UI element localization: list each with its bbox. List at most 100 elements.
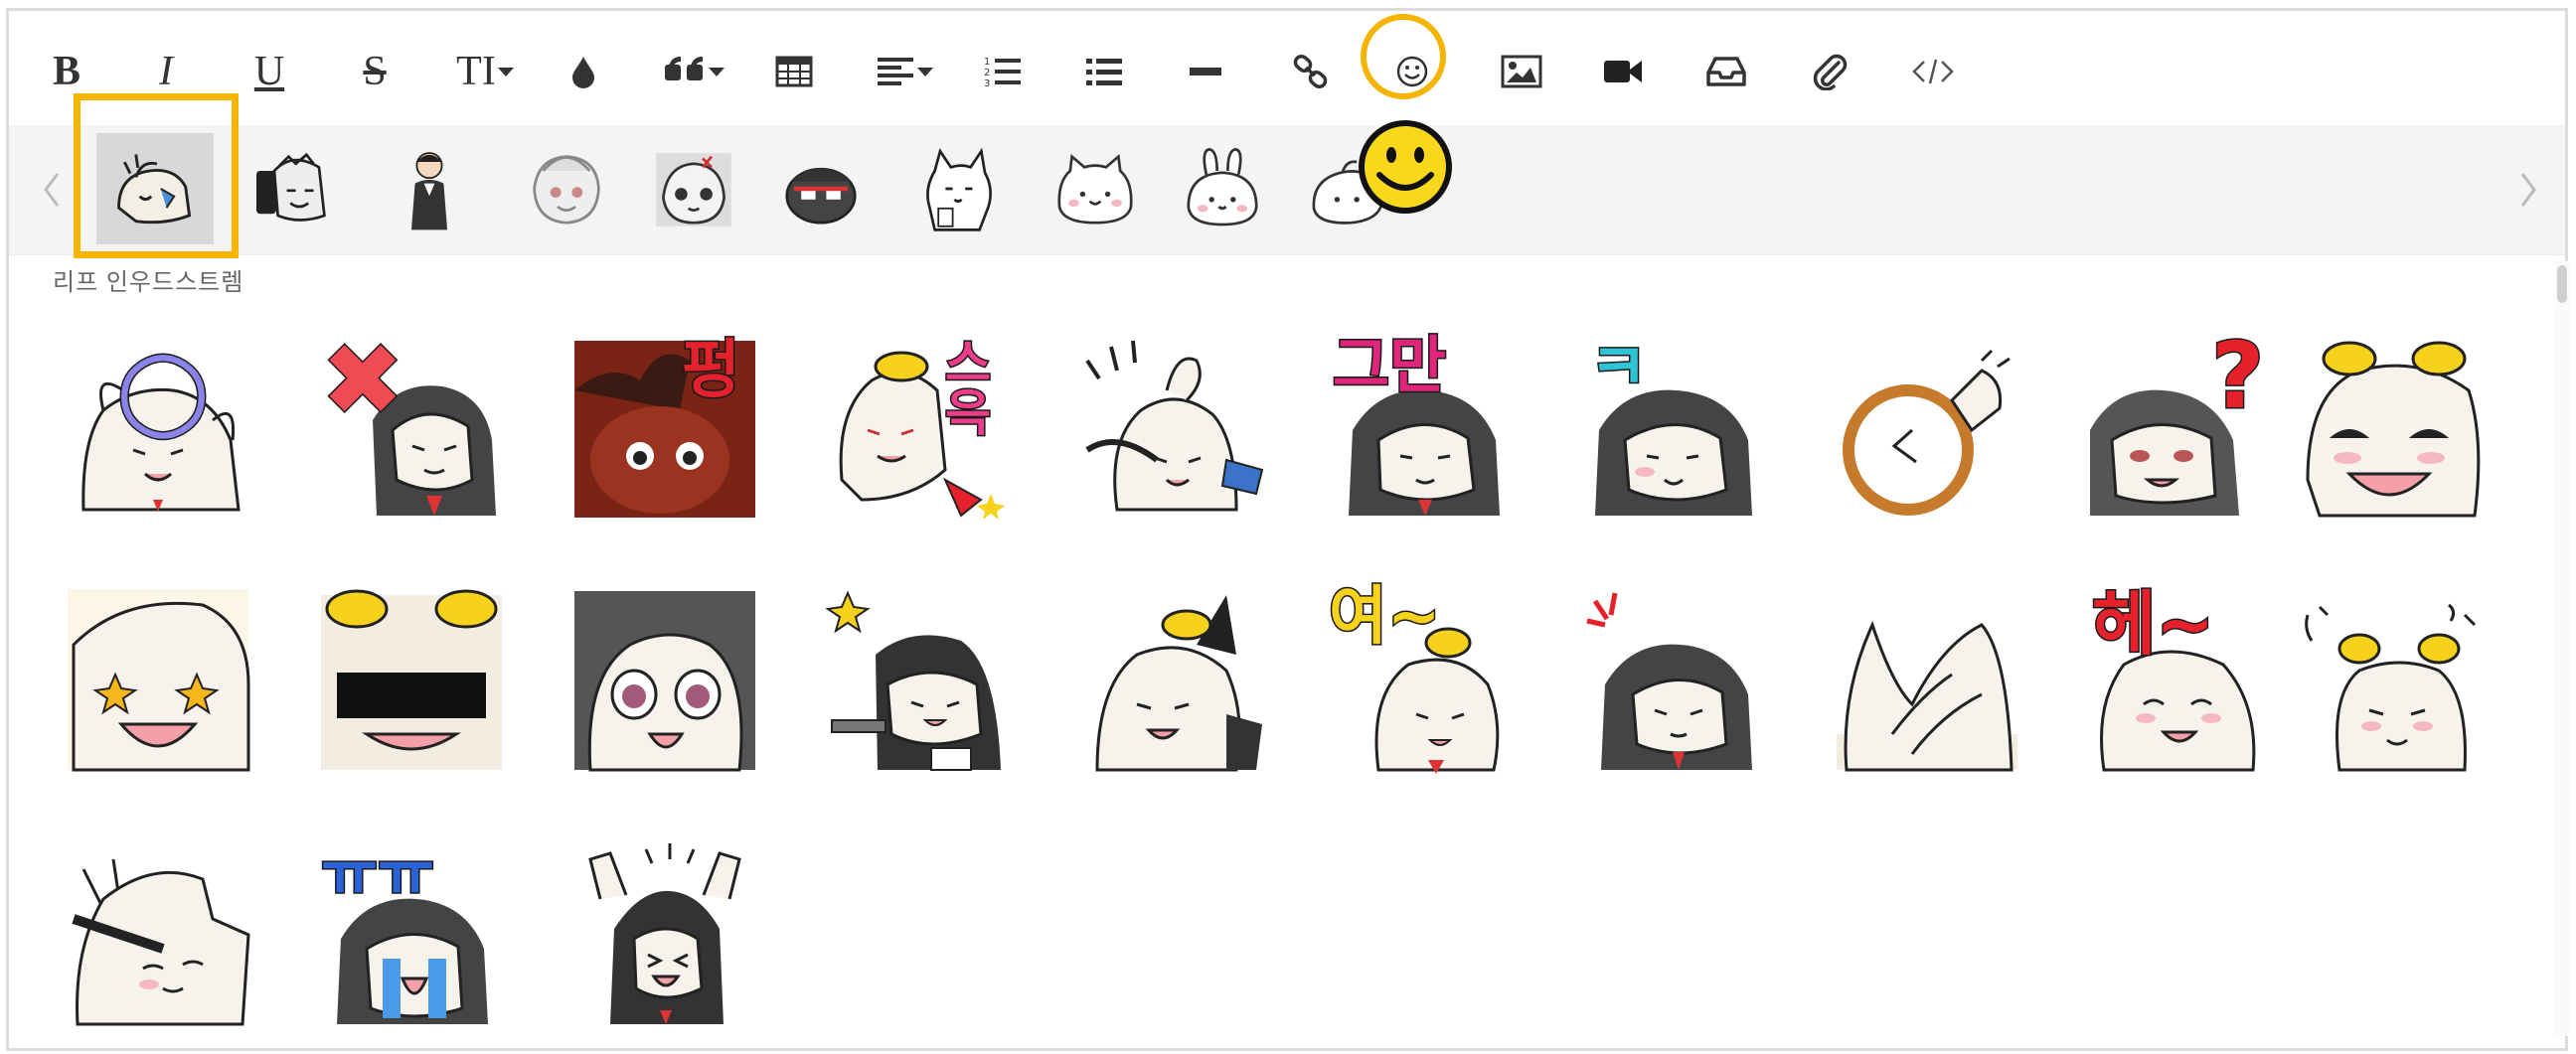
video-camera-icon bbox=[1604, 61, 1642, 82]
svg-text:2: 2 bbox=[984, 68, 990, 78]
sticker-scroll-thumb[interactable] bbox=[2557, 265, 2567, 303]
align-button[interactable] bbox=[856, 41, 955, 102]
sticker-image bbox=[1085, 340, 1264, 512]
emoticon-tab-6[interactable] bbox=[762, 133, 880, 244]
paperclip-icon bbox=[1813, 54, 1848, 90]
quote-button[interactable] bbox=[645, 41, 744, 102]
chevron-left-icon bbox=[44, 173, 60, 207]
sticker-image bbox=[2306, 341, 2481, 518]
ordered-list-button[interactable]: 1 2 3 bbox=[963, 41, 1043, 102]
tabs-next-button[interactable] bbox=[2503, 155, 2553, 225]
sticker-item[interactable]: 스윽 bbox=[822, 331, 1011, 520]
bold-button[interactable]: B bbox=[27, 41, 106, 102]
sticker-item[interactable]: 그만 bbox=[1329, 331, 1518, 520]
chevron-right-icon bbox=[2520, 173, 2536, 207]
sticker-item[interactable]: ㅋ bbox=[1581, 331, 1770, 520]
ordered-list-icon: 1 2 3 bbox=[984, 57, 1021, 89]
sticker-pack-thumbnail bbox=[785, 167, 857, 225]
inbox-icon bbox=[1706, 57, 1746, 86]
caret-down-icon bbox=[709, 68, 724, 76]
align-left-icon bbox=[878, 58, 913, 85]
table-icon bbox=[775, 56, 813, 87]
bullet-list-icon bbox=[1086, 59, 1122, 85]
sticker-item[interactable] bbox=[317, 585, 506, 774]
sticker-item[interactable]: ✖ bbox=[317, 329, 506, 520]
sticker-pack-thumbnail bbox=[1057, 153, 1133, 225]
image-button[interactable] bbox=[1482, 41, 1561, 102]
sticker-item[interactable] bbox=[570, 839, 759, 1028]
emoticon-tab-bar bbox=[9, 125, 2565, 255]
smiley-icon bbox=[1396, 56, 1428, 87]
sticker-item[interactable]: 헤~ bbox=[2084, 585, 2273, 774]
tabs-prev-button[interactable] bbox=[27, 155, 77, 225]
emoticon-tab-7[interactable] bbox=[899, 133, 1017, 244]
sticker-image bbox=[1843, 349, 2011, 516]
sticker-pack-thumbnail bbox=[117, 154, 192, 225]
emoticon-tab-8[interactable] bbox=[1037, 133, 1154, 244]
attach-file-button[interactable] bbox=[1790, 41, 1869, 102]
sticker-item[interactable]: 여~ bbox=[1328, 584, 1518, 774]
sticker-item[interactable] bbox=[1077, 331, 1266, 520]
code-button[interactable] bbox=[1893, 41, 1973, 102]
strikethrough-button[interactable]: S bbox=[335, 41, 414, 102]
sticker-item[interactable] bbox=[64, 585, 252, 774]
sticker-image bbox=[1095, 595, 1262, 772]
text-color-button[interactable] bbox=[544, 41, 623, 102]
sticker-item[interactable] bbox=[1833, 585, 2021, 774]
sticker-pack-thumbnail bbox=[656, 153, 731, 226]
quote-icon bbox=[665, 57, 703, 80]
sticker-image bbox=[68, 589, 250, 772]
emoticon-tab-10[interactable] bbox=[1291, 133, 1408, 244]
italic-button[interactable]: I bbox=[126, 41, 206, 102]
sticker-image bbox=[1586, 592, 1752, 770]
emoticon-tab-4[interactable] bbox=[508, 133, 625, 244]
sticker-item[interactable] bbox=[2300, 585, 2489, 774]
caret-down-icon bbox=[917, 68, 933, 76]
caret-down-icon bbox=[497, 68, 514, 76]
link-icon bbox=[1293, 54, 1328, 89]
svg-text:1: 1 bbox=[984, 57, 990, 68]
table-button[interactable] bbox=[754, 41, 834, 102]
sticker-item[interactable] bbox=[570, 585, 759, 774]
emoticon-button[interactable] bbox=[1372, 41, 1452, 102]
sticker-pack-thumbnail bbox=[1187, 148, 1258, 226]
sticker-item[interactable] bbox=[822, 585, 1011, 774]
sticker-item[interactable] bbox=[64, 839, 252, 1028]
svg-text:3: 3 bbox=[984, 78, 990, 89]
sticker-image bbox=[588, 843, 741, 1024]
sticker-item[interactable]: ? bbox=[2084, 329, 2273, 520]
editor-toolbar: B I U S TI 1 2 3 bbox=[9, 11, 2565, 127]
sticker-image bbox=[72, 858, 250, 1026]
emoticon-tab-1[interactable] bbox=[96, 133, 214, 244]
sticker-pack-thumbnail bbox=[256, 152, 326, 222]
underline-button[interactable]: U bbox=[230, 41, 309, 102]
text-size-button[interactable]: TI bbox=[436, 41, 536, 102]
sticker-item[interactable]: 펑 bbox=[570, 331, 759, 520]
sticker-pack-thumbnail bbox=[1312, 160, 1384, 225]
sticker-image bbox=[321, 589, 502, 770]
sticker-item[interactable] bbox=[2300, 331, 2489, 520]
sticker-item[interactable] bbox=[1581, 585, 1770, 774]
video-button[interactable] bbox=[1583, 41, 1663, 102]
emoticon-tab-9[interactable] bbox=[1164, 133, 1281, 244]
horizontal-rule-button[interactable] bbox=[1166, 41, 1245, 102]
sticker-pack-thumbnail bbox=[411, 152, 447, 230]
sticker-item[interactable] bbox=[1077, 585, 1266, 774]
emoticon-tab-3[interactable] bbox=[371, 133, 488, 244]
sticker-pack-thumbnail bbox=[926, 147, 992, 231]
sticker-pack-thumbnail bbox=[533, 155, 600, 225]
box-button[interactable] bbox=[1687, 41, 1766, 102]
sticker-image bbox=[2305, 603, 2477, 772]
sticker-item[interactable] bbox=[1833, 331, 2021, 520]
image-icon bbox=[1501, 55, 1542, 88]
emoticon-tab-2[interactable] bbox=[234, 133, 351, 244]
unordered-list-button[interactable] bbox=[1064, 41, 1144, 102]
sticker-image bbox=[574, 591, 755, 772]
ink-drop-icon bbox=[572, 57, 594, 88]
sticker-item[interactable]: ○ bbox=[64, 331, 252, 520]
link-button[interactable] bbox=[1271, 41, 1351, 102]
sticker-image bbox=[825, 590, 1001, 771]
minus-icon bbox=[1190, 68, 1221, 75]
emoticon-tab-5[interactable] bbox=[635, 133, 752, 244]
sticker-item[interactable]: ㅠㅠ bbox=[317, 839, 506, 1028]
